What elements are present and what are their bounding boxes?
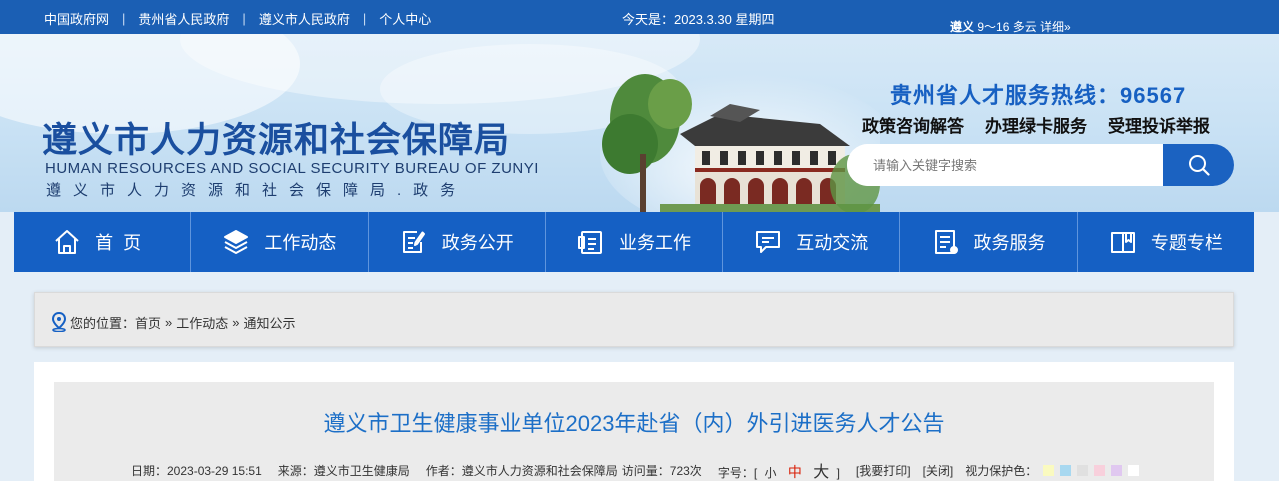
site-subtitle: 遵义市人力资源和社会保障局.政务 <box>46 182 468 199</box>
nav-item-label: 工作动态 <box>264 233 337 253</box>
breadcrumb-inner: 您的位置： 首页 » 工作动态 » 通知公示 <box>50 312 296 332</box>
nav-item-gov-affairs-open[interactable]: 政务公开 <box>369 212 546 272</box>
weather-info: 9～16 多云 详细» <box>974 20 1071 34</box>
nav-item-work-news[interactable]: 工作动态 <box>191 212 369 272</box>
eye-color-swatch-blue[interactable] <box>1060 464 1072 476</box>
nav-item-interaction[interactable]: 互动交流 <box>723 212 901 272</box>
header-banner: 遵义市人力资源和社会保障局 HUMAN RESOURCES AND SOCIAL… <box>0 34 1279 212</box>
zunyi-conference-building-image <box>600 74 880 212</box>
nav-item-label: 政务服务 <box>973 233 1046 253</box>
article-visits: 访问量：723次 <box>621 463 702 478</box>
font-size-control: 字号：[ 小 中 大 ] <box>718 458 840 481</box>
content-panel: 遵义市卫生健康事业单位2023年赴省（内）外引进医务人才公告 日期：2023-0… <box>34 362 1234 481</box>
search-icon <box>1188 155 1210 176</box>
article-date: 日期：2023-03-29 15:51 <box>131 463 262 478</box>
eye-color-swatch-pink[interactable] <box>1094 464 1106 476</box>
font-size-large-button[interactable]: 大 <box>813 464 829 481</box>
nav-item-home[interactable]: 首页 <box>14 212 192 272</box>
search-box <box>847 144 1234 186</box>
top-links: 中国政府网 | 贵州省人民政府 | 遵义市人民政府 | 个人中心 <box>44 9 431 28</box>
breadcrumb-home[interactable]: 首页 <box>135 313 161 332</box>
font-size-label: 字号：[ <box>717 466 758 480</box>
breadcrumb-prefix: 您的位置： <box>70 315 136 331</box>
quick-link-complaint[interactable]: 受理投诉举报 <box>1108 112 1210 137</box>
chat-icon <box>756 231 781 253</box>
home-icon <box>55 230 79 254</box>
nav-item-label: 专题专栏 <box>1150 233 1223 253</box>
separator: | <box>122 11 126 26</box>
close-button[interactable]: [关闭] <box>923 462 954 479</box>
eye-color-swatch-purple[interactable] <box>1111 464 1123 476</box>
separator: | <box>242 11 246 26</box>
nav-item-gov-services[interactable]: 政务服务 <box>900 212 1078 272</box>
weather-link[interactable]: 遵义 9～16 多云 详细» <box>950 18 1071 35</box>
quick-links: 政策咨询解答 办理绿卡服务 受理投诉举报 <box>862 112 1231 137</box>
nav-item-business[interactable]: 业务工作 <box>546 212 724 272</box>
font-size-small-button[interactable]: 小 <box>765 466 777 480</box>
nav-item-label: 业务工作 <box>618 233 691 253</box>
nav-item-label: 政务公开 <box>441 233 514 253</box>
article-title: 遵义市卫生健康事业单位2023年赴省（内）外引进医务人才公告 <box>323 411 945 436</box>
font-size-close-bracket: ] <box>836 466 840 480</box>
eye-color-swatch-gray[interactable] <box>1077 464 1089 476</box>
article-author: 作者：遵义市人力资源和社会保障局 <box>425 463 618 478</box>
today-date: 今天是：2023.3.30 星期四 <box>622 12 775 27</box>
search-button[interactable] <box>1163 144 1234 186</box>
search-input[interactable] <box>847 144 1163 186</box>
nav-item-label: 首页 <box>95 233 152 253</box>
link-gov-cn[interactable]: 中国政府网 <box>44 9 109 28</box>
breadcrumb-notices[interactable]: 通知公示 <box>244 313 296 332</box>
eye-color-swatch-white[interactable] <box>1128 464 1140 476</box>
article-meta: 日期：2023-03-29 15:51 来源：遵义市卫生健康局 作者：遵义市人力… <box>131 458 1145 481</box>
breadcrumb-work-news[interactable]: 工作动态 <box>176 313 228 332</box>
nav-item-label: 互动交流 <box>796 233 869 253</box>
separator: | <box>362 11 367 26</box>
document-edit-icon <box>402 231 425 253</box>
quick-link-policy-consult[interactable]: 政策咨询解答 <box>862 112 964 137</box>
eye-protection-label: 视力保护色： <box>965 463 1038 478</box>
site-title: 遵义市人力资源和社会保障局 <box>42 121 511 160</box>
link-zunyi-gov[interactable]: 遵义市人民政府 <box>259 9 350 28</box>
link-guizhou-gov[interactable]: 贵州省人民政府 <box>138 9 229 28</box>
weather-city: 遵义 <box>950 20 975 34</box>
book-icon <box>1110 232 1135 253</box>
site-english-name: HUMAN RESOURCES AND SOCIAL SECURITY BURE… <box>45 160 539 177</box>
quick-link-green-card[interactable]: 办理绿卡服务 <box>985 112 1087 137</box>
print-button[interactable]: [我要打印] <box>856 462 911 479</box>
nav-item-special-topics[interactable]: 专题专栏 <box>1078 212 1254 272</box>
layers-icon <box>224 230 249 254</box>
location-pin-icon <box>51 312 67 332</box>
article-header: 遵义市卫生健康事业单位2023年赴省（内）外引进医务人才公告 日期：2023-0… <box>54 382 1214 481</box>
breadcrumb-arrow: » <box>165 314 173 330</box>
hotline-text: 贵州省人才服务热线：96567 <box>890 83 1187 108</box>
breadcrumb: 您的位置： 首页 » 工作动态 » 通知公示 <box>34 292 1234 347</box>
list-doc-icon <box>934 230 958 254</box>
top-bar: 中国政府网 | 贵州省人民政府 | 遵义市人民政府 | 个人中心 今天是：202… <box>0 0 1279 34</box>
article-source: 来源：遵义市卫生健康局 <box>277 463 410 478</box>
breadcrumb-arrow: » <box>232 314 240 330</box>
clipboard-icon <box>577 231 602 254</box>
main-nav: 首页 工作动态 政务公开 业务工作 互动交流 政务服务 专题专栏 <box>14 212 1254 272</box>
font-size-medium-button[interactable]: 中 <box>788 464 802 480</box>
link-personal-center[interactable]: 个人中心 <box>379 9 431 28</box>
eye-color-swatch-yellow[interactable] <box>1043 464 1055 476</box>
